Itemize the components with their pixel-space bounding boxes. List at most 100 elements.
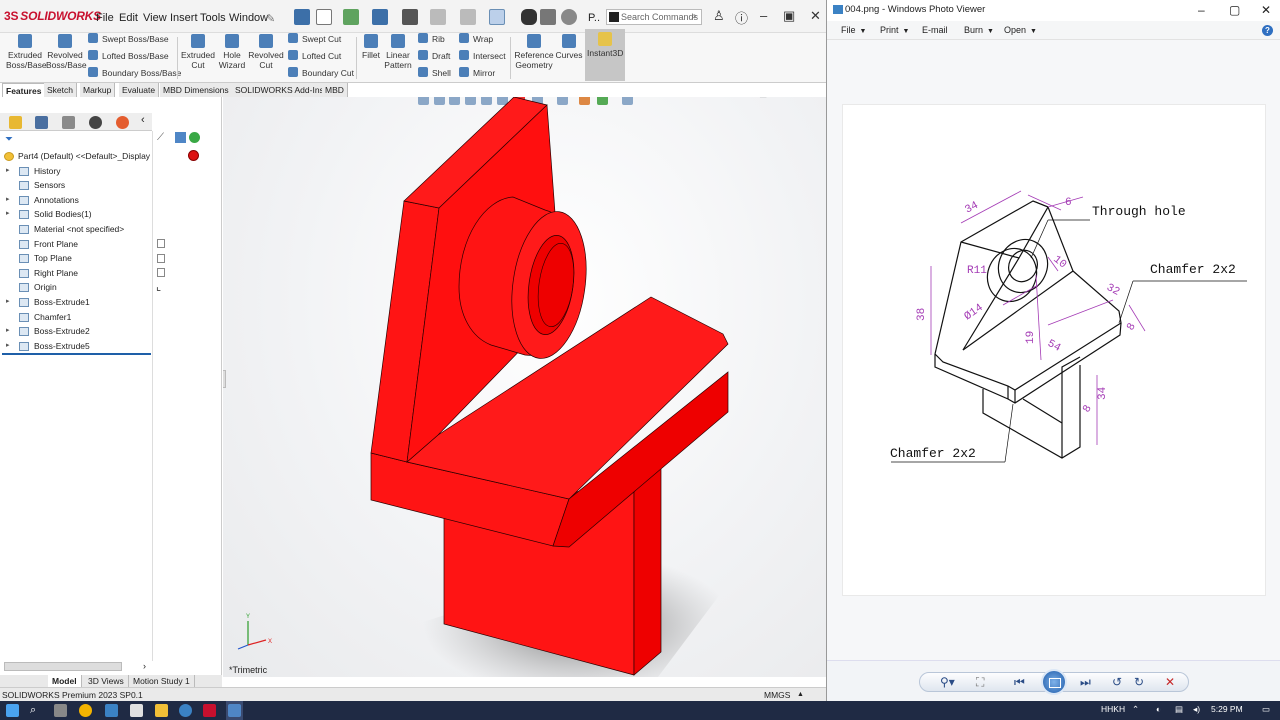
tab-markup[interactable]: Markup bbox=[80, 83, 116, 97]
lofted-boss-button[interactable]: Lofted Boss/Base bbox=[88, 50, 169, 61]
dimxpert-tab-icon[interactable] bbox=[89, 116, 102, 129]
draft-button[interactable]: Draft bbox=[418, 50, 450, 61]
hide-show-icon[interactable] bbox=[175, 132, 186, 143]
pv-menu-burn[interactable]: Burn ▼ bbox=[964, 21, 994, 41]
tree-item[interactable]: ▸ Annotations bbox=[0, 193, 152, 208]
expand-arrow-icon[interactable]: ▸ bbox=[6, 339, 10, 354]
filter-icon[interactable]: ⏷ bbox=[5, 134, 13, 145]
network-icon[interactable]: ▤ bbox=[1175, 704, 1183, 715]
right-plane-visibility-icon[interactable] bbox=[157, 268, 165, 277]
appearance-red-icon[interactable] bbox=[188, 150, 199, 161]
tab-model[interactable]: Model bbox=[48, 675, 82, 687]
search-commands-input[interactable]: Search Commands ⌕ bbox=[606, 9, 702, 25]
tab-sketch[interactable]: Sketch bbox=[44, 83, 77, 97]
tab-3d-views[interactable]: 3D Views bbox=[84, 675, 129, 687]
pin-icon[interactable]: ✎ bbox=[266, 12, 275, 25]
units-dropdown-icon[interactable]: ▲ bbox=[797, 688, 804, 701]
pv-minimize-button[interactable]: – bbox=[1198, 0, 1205, 20]
tree-item[interactable]: Origin bbox=[0, 280, 152, 295]
pv-help-icon[interactable]: ? bbox=[1262, 25, 1273, 36]
revolved-cut-button[interactable]: Revolved Cut bbox=[248, 34, 284, 70]
slideshow-button[interactable] bbox=[1041, 669, 1067, 695]
boundary-cut-button[interactable]: Boundary Cut bbox=[288, 67, 354, 78]
appearance-icon[interactable] bbox=[189, 132, 200, 143]
origin-visibility-icon[interactable]: ⌞ bbox=[156, 280, 161, 293]
save-icon[interactable] bbox=[372, 9, 388, 25]
menu-view[interactable]: View bbox=[143, 12, 167, 24]
tray-chevron-icon[interactable]: ⌃ bbox=[1132, 704, 1139, 715]
next-icon[interactable]: ⏭ bbox=[1080, 675, 1091, 690]
pv-menu-file[interactable]: File ▼ bbox=[841, 21, 866, 41]
file-explorer-icon[interactable] bbox=[155, 704, 168, 717]
revolved-boss-button[interactable]: Revolved Boss/Base bbox=[46, 34, 87, 70]
stem-side-face[interactable] bbox=[633, 457, 662, 676]
solidworks-logo[interactable]: 3S SOLIDWORKS bbox=[4, 9, 101, 23]
swept-cut-button[interactable]: Swept Cut bbox=[288, 33, 341, 44]
chrome-icon[interactable] bbox=[79, 704, 92, 717]
user-icon[interactable]: ♙ bbox=[713, 8, 725, 24]
app-icon[interactable] bbox=[105, 704, 118, 717]
pv-menu-open[interactable]: Open ▼ bbox=[1004, 21, 1037, 41]
close-button[interactable]: ✕ bbox=[810, 8, 821, 24]
extruded-cut-button[interactable]: Extruded Cut bbox=[180, 34, 216, 70]
shell-button[interactable]: Shell bbox=[418, 67, 451, 78]
task-view-icon[interactable] bbox=[54, 704, 67, 717]
rib-button[interactable]: Rib bbox=[418, 33, 445, 44]
fillet-button[interactable]: Fillet bbox=[358, 34, 384, 60]
expand-arrow-icon[interactable]: ▸ bbox=[6, 164, 10, 179]
linear-pattern-button[interactable]: Linear Pattern bbox=[384, 34, 412, 70]
previous-icon[interactable]: ⏮ bbox=[1014, 675, 1025, 690]
horizontal-scrollbar[interactable] bbox=[4, 662, 122, 671]
pv-close-button[interactable]: ✕ bbox=[1261, 0, 1271, 20]
tree-item[interactable]: Sensors bbox=[0, 178, 152, 193]
rotate-clockwise-icon[interactable]: ↻ bbox=[1134, 675, 1144, 689]
notifications-icon[interactable]: ▭ bbox=[1262, 704, 1270, 715]
tree-root-part[interactable]: Part4 (Default) <<Default>_Display State bbox=[0, 149, 152, 164]
front-plane-visibility-icon[interactable] bbox=[157, 239, 165, 248]
tab-mbd-dimensions[interactable]: MBD Dimensions bbox=[160, 83, 233, 97]
clock-time[interactable]: 5:29 PM bbox=[1211, 704, 1243, 714]
windows-start-icon[interactable] bbox=[6, 704, 19, 717]
menu-edit[interactable]: Edit bbox=[119, 12, 138, 24]
pv-menu-print[interactable]: Print ▼ bbox=[880, 21, 909, 41]
open-icon[interactable] bbox=[343, 9, 359, 25]
expand-arrow-icon[interactable]: ▸ bbox=[6, 324, 10, 339]
minimize-button[interactable]: – bbox=[760, 8, 767, 23]
tree-item[interactable]: ▸ Boss-Extrude5 bbox=[0, 339, 152, 354]
units-selector[interactable]: MMGS bbox=[764, 688, 790, 701]
tree-item[interactable]: ▸ Boss-Extrude2 bbox=[0, 324, 152, 339]
property-manager-tab-icon[interactable] bbox=[35, 116, 48, 129]
solidworks-taskbar-icon[interactable] bbox=[203, 704, 216, 717]
pin-panel-icon[interactable]: ⟋ bbox=[157, 132, 164, 143]
photo-viewer-taskbar-icon[interactable] bbox=[228, 704, 241, 717]
menu-insert[interactable]: Insert bbox=[170, 12, 198, 24]
wrap-button[interactable]: Wrap bbox=[459, 33, 493, 44]
redo-icon[interactable] bbox=[460, 9, 476, 25]
pv-menu-email[interactable]: E-mail bbox=[922, 21, 948, 40]
tray-app-icon[interactable]: ◐ bbox=[1156, 704, 1161, 714]
scroll-right-arrow[interactable]: › bbox=[143, 661, 146, 671]
tab-motion-study[interactable]: Motion Study 1 bbox=[129, 675, 195, 687]
tab-solidworks-add-ins[interactable]: SOLIDWORKS Add-Ins bbox=[232, 83, 328, 97]
feature-manager-tab-icon[interactable] bbox=[9, 116, 22, 129]
lofted-cut-button[interactable]: Lofted Cut bbox=[288, 50, 341, 61]
tree-item[interactable]: Right Plane bbox=[0, 266, 152, 281]
hole-wizard-button[interactable]: Hole Wizard bbox=[216, 34, 248, 70]
volume-icon[interactable]: ◂) bbox=[1193, 704, 1200, 715]
select-icon[interactable] bbox=[489, 9, 505, 25]
app-icon[interactable] bbox=[130, 704, 143, 717]
tree-item[interactable]: Material <not specified> bbox=[0, 222, 152, 237]
language-indicator[interactable]: HHKH bbox=[1101, 704, 1125, 714]
tree-item[interactable]: Front Plane bbox=[0, 237, 152, 252]
expand-arrow-icon[interactable]: ▸ bbox=[6, 193, 10, 208]
tab-evaluate[interactable]: Evaluate bbox=[119, 83, 160, 97]
extruded-boss-button[interactable]: Extruded Boss/Base bbox=[6, 34, 47, 70]
tree-item[interactable]: Top Plane bbox=[0, 251, 152, 266]
actual-size-icon[interactable]: ⛶ bbox=[976, 675, 984, 690]
expand-arrow-icon[interactable]: ▸ bbox=[6, 207, 10, 222]
configuration-manager-tab-icon[interactable] bbox=[62, 116, 75, 129]
zoom-icon[interactable]: ⚲▾ bbox=[940, 675, 955, 689]
graphics-area[interactable]: ⊟ ▭ bbox=[223, 97, 826, 677]
undo-icon[interactable] bbox=[430, 9, 446, 25]
toolbar-overflow[interactable]: P.. bbox=[588, 12, 600, 24]
